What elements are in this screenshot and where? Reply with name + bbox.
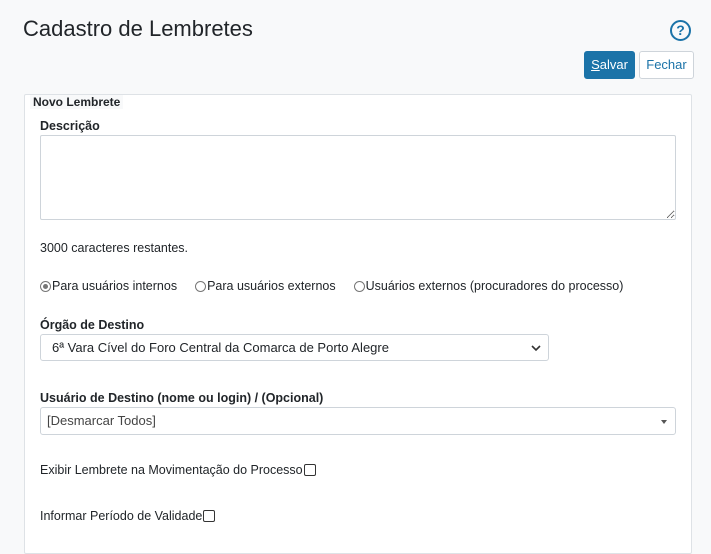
periodo-checkbox[interactable] xyxy=(203,510,216,522)
orgao-select[interactable]: 6ª Vara Cível do Foro Central da Comarca… xyxy=(40,334,549,361)
page-title: Cadastro de Lembretes xyxy=(23,16,253,41)
radio-procuradores-label: Usuários externos (procuradores do proce… xyxy=(365,279,624,293)
radio-internal-label: Para usuários internos xyxy=(52,279,178,293)
audience-radio-group: Para usuários internos Para usuários ext… xyxy=(40,279,641,293)
description-textarea[interactable] xyxy=(40,135,676,220)
caret-down-icon xyxy=(661,420,667,424)
radio-option-external[interactable]: Para usuários externos xyxy=(195,279,336,293)
save-button[interactable]: Salvar xyxy=(584,51,635,79)
periodo-label: Informar Período de Validade xyxy=(40,509,203,523)
periodo-row: Informar Período de Validade xyxy=(40,509,216,523)
help-icon[interactable]: ? xyxy=(670,20,691,41)
exibir-row: Exibir Lembrete na Movimentação do Proce… xyxy=(40,463,316,477)
chars-remaining: 3000 caracteres restantes. xyxy=(40,241,188,255)
usuario-combobox[interactable]: [Desmarcar Todos] xyxy=(40,407,676,435)
radio-option-internal[interactable]: Para usuários internos xyxy=(40,279,177,293)
radio-internal[interactable] xyxy=(40,280,51,292)
radio-external-label: Para usuários externos xyxy=(207,279,336,293)
radio-procuradores[interactable] xyxy=(353,280,365,292)
orgao-selected-value: 6ª Vara Cível do Foro Central da Comarca… xyxy=(52,340,389,355)
radio-option-procuradores[interactable]: Usuários externos (procuradores do proce… xyxy=(353,279,624,293)
exibir-label: Exibir Lembrete na Movimentação do Proce… xyxy=(40,463,303,477)
usuario-label: Usuário de Destino (nome ou login) / (Op… xyxy=(40,391,324,405)
description-label: Descrição xyxy=(40,119,100,133)
chevron-down-icon xyxy=(531,335,541,360)
orgao-label: Órgão de Destino xyxy=(40,318,145,332)
save-accesskey: S xyxy=(591,57,600,72)
exibir-checkbox[interactable] xyxy=(303,464,316,476)
usuario-selected-value: [Desmarcar Todos] xyxy=(47,413,156,428)
panel-legend: Novo Lembrete xyxy=(30,95,124,109)
radio-external[interactable] xyxy=(195,280,207,292)
close-button[interactable]: Fechar xyxy=(639,51,694,79)
save-label: alvar xyxy=(599,57,628,72)
